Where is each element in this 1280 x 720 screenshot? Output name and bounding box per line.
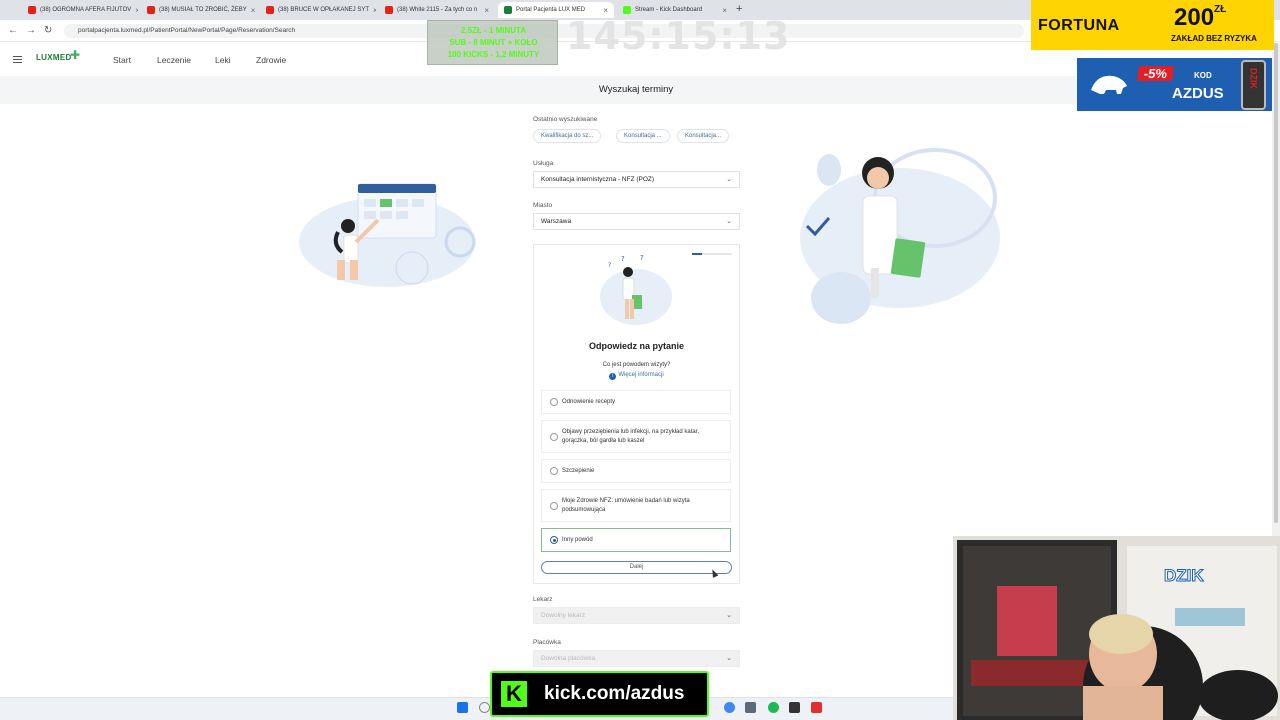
- answer-option[interactable]: Objawy przeziębienia lub infekcji, na pr…: [541, 420, 731, 453]
- energy-drink-can: DZIK: [1241, 60, 1266, 110]
- browser-tab[interactable]: (38) OGROMNA AFERA FIJUTOV ×: [22, 2, 138, 18]
- browser-tab[interactable]: (38) MUSIAŁ TO ZROBIĆ, ŻEBY ×: [141, 2, 257, 18]
- patient-question-illustration: ? ? ?: [600, 254, 672, 325]
- browser-tab[interactable]: (38) White 2115 - Za tych co n ×: [379, 2, 495, 18]
- windows-start-icon[interactable]: [457, 702, 468, 713]
- back-icon[interactable]: ←: [8, 25, 18, 36]
- calendar-illustration: [299, 183, 476, 287]
- terminal-icon[interactable]: [789, 702, 800, 713]
- nav-leczenie[interactable]: Leczenie: [157, 55, 191, 65]
- nav-leki[interactable]: Leki: [215, 55, 231, 65]
- chevron-down-icon: ⌄: [726, 655, 732, 662]
- clinic-label: Placówka: [533, 639, 561, 646]
- more-info-link[interactable]: i Więcej informacji: [533, 372, 740, 380]
- svg-text:?: ?: [608, 262, 611, 269]
- answer-option[interactable]: Szczepienie: [541, 459, 731, 483]
- close-tab-icon[interactable]: ×: [484, 6, 489, 15]
- donation-goals-overlay: 2,5ZŁ - 1 MINUTA SUB - 8 MINUT + KOŁO 10…: [427, 20, 558, 65]
- next-button[interactable]: Dalej: [541, 561, 732, 574]
- close-tab-icon[interactable]: ×: [373, 6, 376, 15]
- close-tab-icon[interactable]: ×: [135, 6, 138, 15]
- youtube-icon: [385, 6, 393, 14]
- radio-button[interactable]: [550, 467, 558, 475]
- youtube-icon: [266, 6, 274, 14]
- search-icon[interactable]: [479, 702, 490, 713]
- menu-icon[interactable]: [13, 56, 22, 63]
- doctor-illustration: [800, 148, 1000, 324]
- progress-fill: [692, 253, 702, 255]
- fortuna-ad: FORTUNA 200ZŁ ZAKŁAD BEZ RYZYKA: [1031, 0, 1274, 50]
- browser-tab[interactable]: (38) BRUCE W OPŁAKANEJ SYT ×: [260, 2, 376, 18]
- answer-option[interactable]: Moje Zdrowie NFZ: umówienie badań lub wi…: [541, 489, 731, 522]
- service-select[interactable]: Konsultacja internistyczna - NFZ (POZ) ⌄: [533, 171, 740, 188]
- chevron-down-icon: ⌄: [726, 612, 732, 619]
- radio-button[interactable]: [550, 432, 558, 441]
- webcam-feed: DZIK: [953, 536, 1280, 720]
- luxmed-logo[interactable]: LUXMED ✚: [36, 48, 80, 62]
- spotify-icon[interactable]: [768, 702, 779, 713]
- radio-button[interactable]: [550, 398, 558, 406]
- city-label: Miasto: [533, 202, 553, 209]
- service-label: Usługa: [533, 160, 554, 167]
- answer-option[interactable]: Odnowienie recepty: [541, 390, 731, 414]
- plus-icon: ✚: [70, 48, 81, 62]
- subathon-timer: 145:15:13: [566, 14, 791, 58]
- youtube-icon: [147, 6, 155, 14]
- radio-button-selected[interactable]: [550, 536, 558, 544]
- radio-button[interactable]: [550, 501, 558, 510]
- answer-option-selected[interactable]: Inny powód: [541, 528, 731, 552]
- boar-logo-icon: [1091, 75, 1127, 94]
- city-select[interactable]: Warszawa ⌄: [533, 213, 740, 230]
- luxmed-icon: [504, 6, 512, 14]
- kick-logo-icon: K: [501, 681, 527, 707]
- doctor-select[interactable]: Dowolny lekarz ⌄: [533, 607, 740, 624]
- chrome-icon[interactable]: [724, 702, 735, 713]
- recent-search-chip[interactable]: Konsultacja ...: [616, 129, 670, 143]
- recent-search-chip[interactable]: Konsultacja...: [677, 129, 730, 143]
- recent-label: Ostatnio wyszukiwane: [533, 116, 598, 123]
- svg-text:?: ?: [621, 255, 625, 263]
- chevron-down-icon: ⌄: [726, 218, 732, 225]
- forward-icon[interactable]: →: [26, 25, 36, 36]
- recent-search-chip[interactable]: Kwalifikacja do sz...: [533, 129, 602, 143]
- nav-start[interactable]: Start: [113, 55, 131, 65]
- dzik-ad: -5% KOD AZDUS DZIK: [1077, 58, 1272, 111]
- svg-text:?: ?: [640, 254, 644, 262]
- question-subtitle: Co jest powodem wizyty?: [602, 362, 671, 368]
- dzik-logo: DZIK: [1164, 566, 1205, 586]
- chevron-down-icon: ⌄: [726, 176, 732, 183]
- nav-zdrowie[interactable]: Zdrowie: [256, 55, 286, 65]
- webcam-scene: [953, 536, 1280, 720]
- app-icon[interactable]: [811, 702, 822, 713]
- scrollbar-thumb[interactable]: [1274, 43, 1278, 523]
- youtube-icon: [28, 6, 36, 14]
- question-progress: [692, 253, 732, 255]
- kick-banner: K kick.com/azdus: [490, 671, 709, 717]
- app-icon[interactable]: [745, 702, 756, 713]
- info-icon: i: [609, 373, 617, 380]
- close-tab-icon[interactable]: ×: [251, 6, 256, 15]
- question-title: Odpowiedz na pytanie: [588, 341, 684, 351]
- clinic-select[interactable]: Dowolna placówka ⌄: [533, 650, 740, 667]
- kick-icon: [623, 6, 631, 14]
- reload-icon[interactable]: ↻: [44, 25, 52, 36]
- doctor-label: Lekarz: [533, 596, 553, 603]
